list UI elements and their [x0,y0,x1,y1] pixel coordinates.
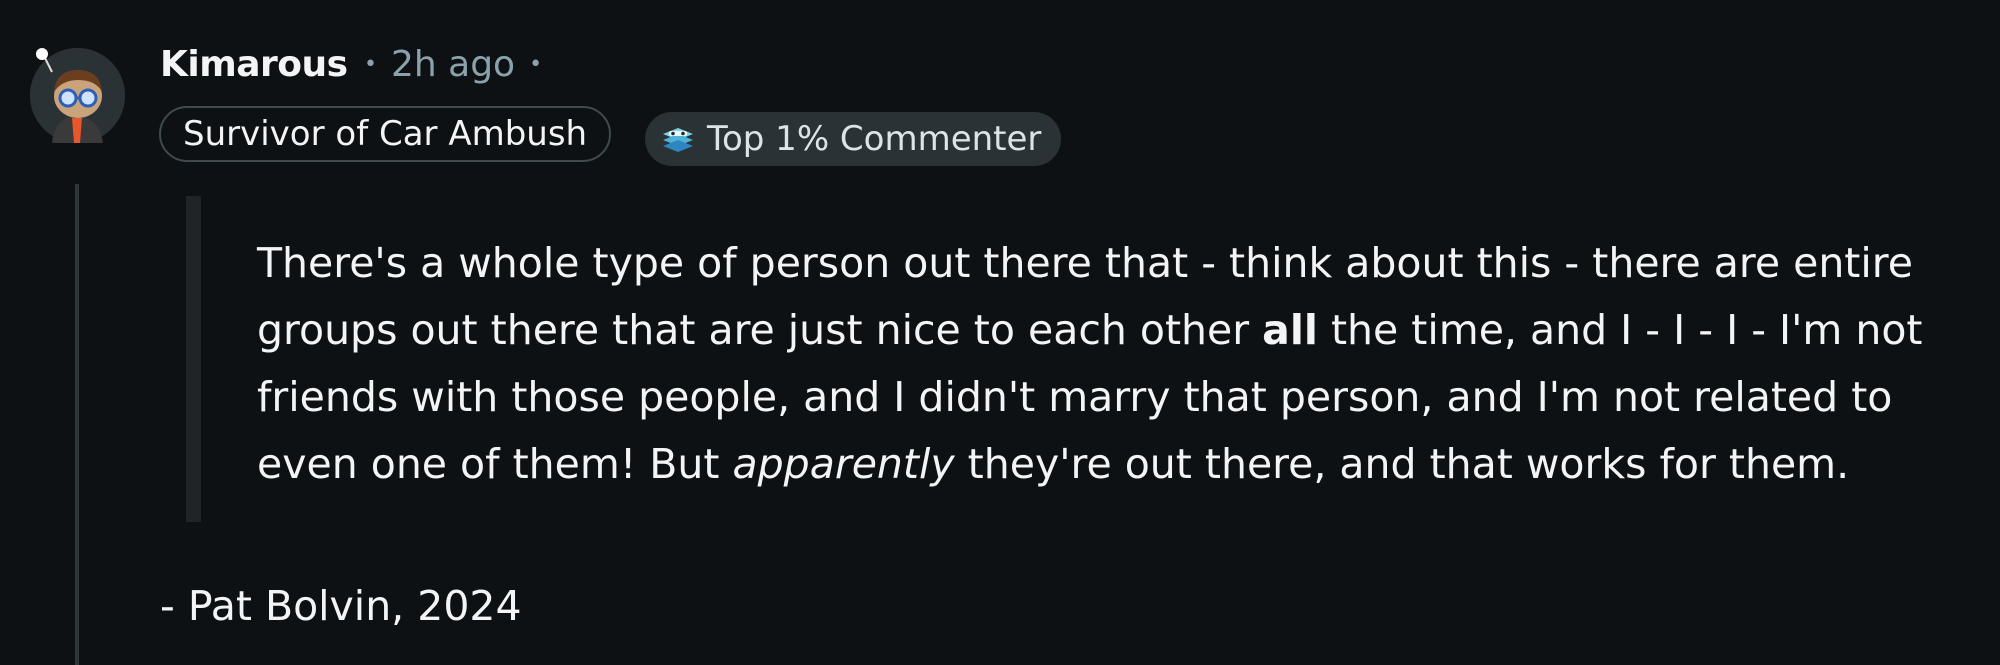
blockquote-bar [186,196,201,522]
user-avatar[interactable] [30,48,125,143]
comment-meta: • 2h ago • [364,44,542,85]
meta-separator: • [364,52,377,77]
achievement-flair-label: Top 1% Commenter [707,119,1042,159]
commenter-trophy-icon [659,120,697,158]
avatar-character-icon [30,48,125,143]
comment-username[interactable]: Kimarous [160,44,348,85]
quote-attribution: - Pat Bolvin, 2024 [160,582,522,630]
user-flair-label: Survivor of Car Ambush [183,114,588,154]
meta-separator-trailing: • [529,52,543,77]
quote-italic-word: apparently [732,440,955,488]
quote-text-part3: they're out there, and that works for th… [954,440,1850,488]
comment-blockquote: There's a whole type of person out there… [257,230,1977,498]
comment-timestamp[interactable]: 2h ago [391,44,515,85]
user-flair: Survivor of Car Ambush [159,106,612,162]
achievement-flair[interactable]: Top 1% Commenter [645,112,1062,166]
quote-bold-word: all [1262,306,1318,354]
thread-collapse-line[interactable] [75,184,79,665]
